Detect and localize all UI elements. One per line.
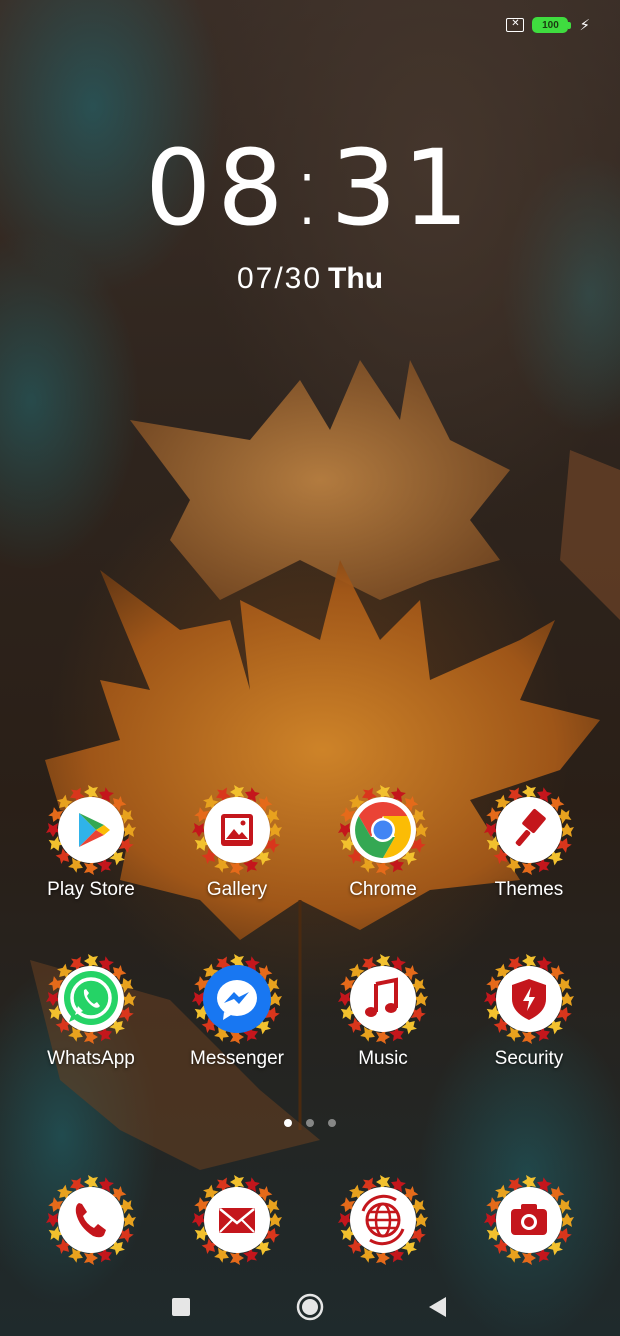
wreath-leaf	[268, 823, 282, 837]
wreath-leaf	[192, 823, 206, 837]
app-label: Messenger	[190, 1048, 284, 1069]
browser-globe-icon	[338, 1175, 428, 1265]
back-triangle-icon[interactable]	[426, 1290, 448, 1324]
whatsapp-icon	[46, 954, 136, 1044]
wreath-leaf	[484, 823, 498, 837]
wreath-leaf	[414, 992, 428, 1006]
wreath-leaf	[230, 861, 244, 875]
clock-widget[interactable]: 08:31	[0, 136, 620, 240]
app-label: Themes	[494, 879, 564, 900]
wreath-leaf	[522, 1251, 536, 1265]
app-chrome[interactable]: Chrome	[310, 785, 456, 901]
wreath-leaf	[46, 1213, 60, 1227]
wreath-leaf	[192, 1213, 206, 1227]
wreath-leaf	[522, 1030, 536, 1044]
wreath-leaf	[414, 1213, 428, 1227]
wreath-leaf	[522, 1175, 536, 1189]
app-whatsapp[interactable]: WhatsApp	[18, 954, 164, 1070]
date-day: Thu	[328, 262, 384, 295]
wreath-leaf	[376, 1030, 390, 1044]
gallery-icon	[192, 785, 282, 875]
app-security[interactable]: Security	[456, 954, 602, 1070]
page-dot	[306, 1119, 314, 1127]
app-label: Gallery	[206, 879, 268, 900]
security-shield-icon	[484, 954, 574, 1044]
wreath-leaf	[84, 861, 98, 875]
wreath-leaf	[376, 785, 390, 799]
clock-minutes: 31	[330, 127, 475, 249]
bolt-icon: ⚡	[579, 16, 590, 34]
themes-brush-icon	[484, 785, 574, 875]
wreath-leaf	[84, 1175, 98, 1189]
sim-missing-icon: ✕	[506, 18, 525, 32]
app-label: WhatsApp	[47, 1048, 135, 1069]
wreath-leaf	[268, 1213, 282, 1227]
wreath-leaf	[338, 1213, 352, 1227]
home-circle-icon[interactable]	[294, 1290, 326, 1324]
phone-icon	[46, 1175, 136, 1265]
date-widget[interactable]: 07/30 Thu	[0, 262, 620, 296]
wreath-leaf	[522, 954, 536, 968]
app-messenger[interactable]: Messenger	[164, 954, 310, 1070]
app-gallery[interactable]: Gallery	[164, 785, 310, 901]
wreath-leaf	[84, 1251, 98, 1265]
page-indicator	[0, 1119, 620, 1127]
wreath-leaf	[122, 992, 136, 1006]
wreath-leaf	[338, 992, 352, 1006]
wreath-leaf	[376, 1175, 390, 1189]
wreath-leaf	[84, 954, 98, 968]
wreath-leaf	[376, 1251, 390, 1265]
date-number: 07/30	[236, 262, 323, 295]
wreath-leaf	[46, 823, 60, 837]
chrome-icon	[338, 785, 428, 875]
wreath-leaf	[484, 992, 498, 1006]
app-label: Music	[358, 1048, 408, 1069]
dock-phone[interactable]	[18, 1175, 164, 1265]
wreath-leaf	[484, 1213, 498, 1227]
app-music[interactable]: Music	[310, 954, 456, 1070]
wreath-leaf	[230, 1175, 244, 1189]
wreath-leaf	[560, 1213, 574, 1227]
clock-hours: 08	[145, 127, 290, 249]
navigation-bar	[0, 1290, 620, 1324]
wreath-leaf	[376, 954, 390, 968]
dock-messages[interactable]	[164, 1175, 310, 1265]
battery-level: 100	[532, 17, 569, 33]
messenger-icon	[192, 954, 282, 1044]
wreath-leaf	[122, 823, 136, 837]
status-bar: ✕ 100 ⚡	[506, 16, 590, 34]
messages-envelope-icon	[192, 1175, 282, 1265]
wreath-leaf	[376, 861, 390, 875]
wreath-leaf	[230, 785, 244, 799]
wreath-leaf	[46, 992, 60, 1006]
battery-icon: 100	[532, 17, 572, 33]
recents-square-icon[interactable]	[170, 1290, 192, 1324]
wreath-leaf	[560, 992, 574, 1006]
app-label: Chrome	[349, 879, 417, 900]
app-label: Play Store	[47, 879, 135, 900]
wreath-leaf	[414, 823, 428, 837]
page-dot	[328, 1119, 336, 1127]
play-store-icon	[46, 785, 136, 875]
wreath-leaf	[230, 1251, 244, 1265]
wreath-leaf	[522, 861, 536, 875]
camera-icon	[484, 1175, 574, 1265]
page-dot-active	[284, 1119, 292, 1127]
wreath-leaf	[560, 823, 574, 837]
app-play-store[interactable]: Play Store	[18, 785, 164, 901]
dock-camera[interactable]	[456, 1175, 602, 1265]
wreath-leaf	[84, 1030, 98, 1044]
wreath-leaf	[522, 785, 536, 799]
wreath-leaf	[84, 785, 98, 799]
wreath-leaf	[338, 823, 352, 837]
app-themes[interactable]: Themes	[456, 785, 602, 901]
wreath-leaf	[122, 1213, 136, 1227]
app-label: Security	[494, 1048, 564, 1069]
music-note-icon	[338, 954, 428, 1044]
dock-browser[interactable]	[310, 1175, 456, 1265]
